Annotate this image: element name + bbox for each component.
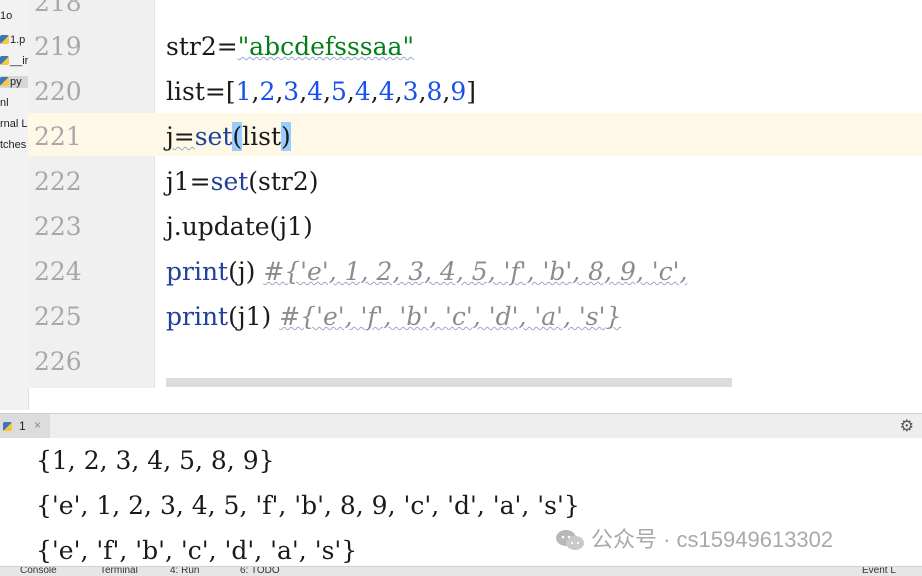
project-item-label: tches	[0, 139, 27, 151]
builtin-keyword: print	[166, 257, 229, 286]
number-literal: 8	[426, 77, 443, 106]
code-token: (j)	[228, 257, 264, 286]
console-output-line: {'e', 1, 2, 3, 4, 5, 'f', 'b', 8, 9, 'c'…	[36, 491, 580, 520]
line-number: 223	[34, 212, 82, 241]
number-literal: 2	[259, 77, 276, 106]
line-number: 226	[34, 347, 82, 376]
line-number: 222	[34, 167, 82, 196]
project-item-label: 1.p	[10, 34, 26, 46]
line-number: 224	[34, 257, 82, 286]
project-item-label: 1o	[0, 10, 13, 22]
matched-paren: )	[281, 122, 291, 151]
number-literal: 4	[378, 77, 395, 106]
code-token: (str2)	[248, 167, 319, 196]
run-tool-window-tabbar: 1 × ⚙	[0, 413, 922, 439]
line-number: 221	[34, 122, 82, 151]
builtin-keyword: set	[210, 167, 249, 196]
project-item-label: __ir	[10, 55, 29, 67]
project-item-label: py	[10, 76, 22, 88]
code-line[interactable]: print(j1) #{'e', 'f', 'b', 'c', 'd', 'a'…	[166, 302, 621, 331]
code-token: list	[242, 122, 282, 151]
project-tree-panel: 1o 1.p __ir py nl rnal L tches	[0, 0, 29, 410]
number-literal: 1	[235, 77, 252, 106]
number-literal: 3	[402, 77, 419, 106]
line-number: 219	[34, 32, 82, 61]
python-file-icon	[0, 56, 9, 65]
code-token: (j1)	[228, 302, 280, 331]
code-comment: #{'e', 'f', 'b', 'c', 'd', 'a', 's'}	[279, 302, 622, 331]
python-run-icon	[3, 422, 12, 431]
project-tree-item[interactable]: tches	[0, 139, 26, 151]
code-line[interactable]: print(j) #{'e', 1, 2, 3, 4, 5, 'f', 'b',…	[166, 257, 687, 286]
run-tab[interactable]: 1 ×	[0, 414, 50, 438]
project-item-label: nl	[0, 97, 9, 109]
code-line[interactable]: j1=set(str2)	[166, 167, 319, 196]
number-literal: 9	[450, 77, 467, 106]
watermark-text: 公众号 · cs15949613302	[591, 527, 834, 552]
code-token: j=	[166, 122, 195, 151]
line-number: 218	[34, 0, 82, 17]
line-number: 225	[34, 302, 82, 331]
code-token: j1=	[166, 167, 211, 196]
code-comment: #{'e', 1, 2, 3, 4, 5, 'f', 'b', 8, 9, 'c…	[263, 257, 688, 286]
watermark: 公众号 · cs15949613302	[555, 522, 833, 556]
project-tree-item[interactable]: 1o	[0, 10, 12, 22]
code-line[interactable]: j.update(j1)	[166, 212, 313, 241]
code-token: str2=	[166, 32, 238, 61]
builtin-keyword: set	[194, 122, 233, 151]
project-tree-item[interactable]: 1.p	[0, 34, 25, 46]
code-token: ]	[466, 77, 476, 106]
project-item-label: rnal L	[0, 118, 28, 130]
console-output-line: {'e', 'f', 'b', 'c', 'd', 'a', 's'}	[36, 536, 358, 565]
project-tree-item[interactable]: rnal L	[0, 118, 28, 130]
console-output-line: {1, 2, 3, 4, 5, 8, 9}	[36, 446, 275, 475]
project-tree-item-selected[interactable]: py	[0, 76, 28, 88]
code-token: list=[	[166, 77, 236, 106]
project-tree-item[interactable]: __ir	[0, 55, 28, 67]
gear-icon[interactable]: ⚙	[900, 416, 914, 435]
code-line[interactable]: str2="abcdefsssaa"	[166, 32, 414, 61]
number-literal: 4	[354, 77, 371, 106]
close-tab-icon[interactable]: ×	[34, 418, 41, 432]
code-token: j.update(j1)	[166, 212, 313, 241]
line-number: 220	[34, 77, 82, 106]
python-file-icon	[0, 77, 9, 86]
editor-horizontal-scrollbar[interactable]	[166, 378, 732, 387]
number-literal: 4	[307, 77, 324, 106]
number-literal: 5	[331, 77, 347, 106]
run-tab-label: 1	[19, 419, 26, 433]
wechat-icon	[556, 530, 584, 550]
current-line-highlight	[28, 113, 922, 156]
code-line[interactable]: list=[1,2,3,4,5,4,4,3,8,9]	[166, 77, 476, 106]
matched-paren: (	[232, 122, 243, 151]
project-tree-item[interactable]: nl	[0, 97, 9, 109]
number-literal: 3	[283, 77, 300, 106]
python-file-icon	[0, 35, 9, 44]
string-literal: "abcdefsssaa"	[237, 32, 414, 61]
builtin-keyword: print	[166, 302, 229, 331]
code-line[interactable]: j=set(list)	[166, 122, 291, 151]
